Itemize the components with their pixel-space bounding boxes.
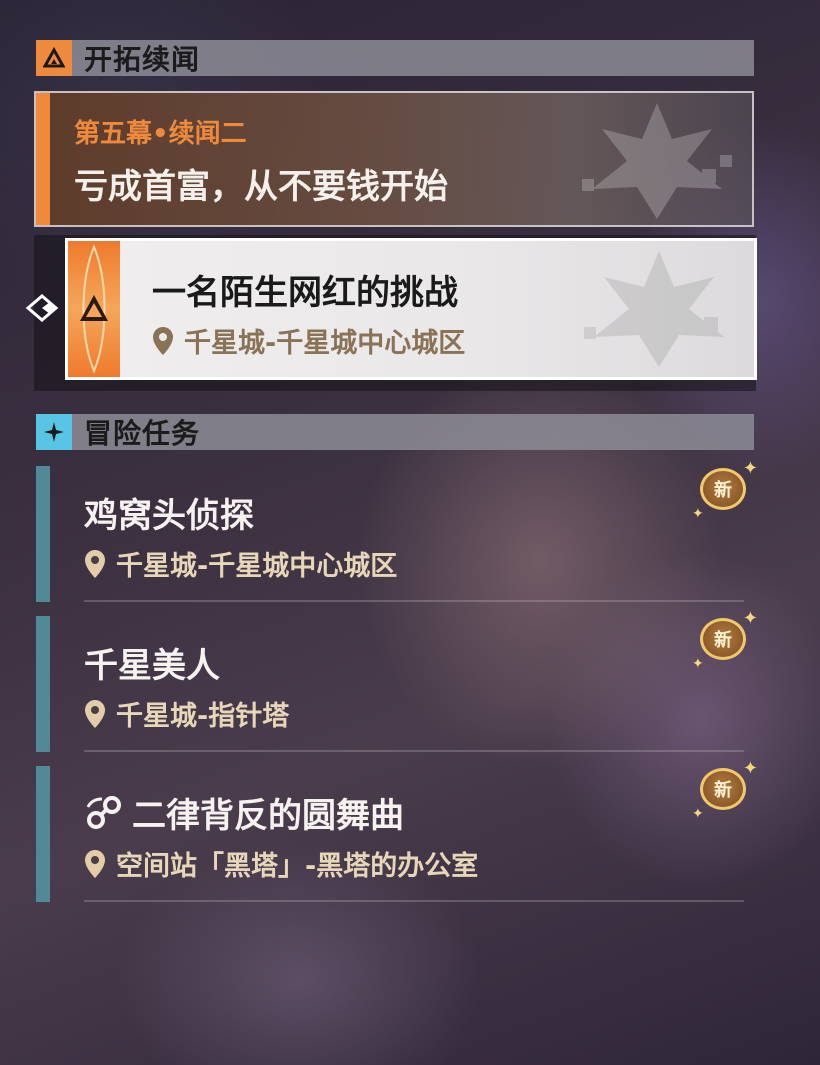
sparkle-icon: [36, 414, 72, 450]
quest-title: 二律背反的圆舞曲: [84, 788, 404, 837]
divider: [84, 900, 744, 902]
sparkle-icon: ✦: [742, 458, 758, 479]
emblem-watermark-icon: [584, 251, 724, 367]
emblem-watermark-icon: [582, 103, 732, 219]
sparkle-icon: ✦: [742, 608, 758, 629]
orbit-node-icon: [86, 795, 121, 829]
adventure-section-header: 冒险任务: [36, 414, 754, 450]
location-pin-icon: [85, 849, 105, 878]
sparkle-icon: ✦: [742, 758, 758, 779]
selected-quest-card[interactable]: 一名陌生网红的挑战 千星城-千星城中心城区: [65, 238, 757, 380]
quest-accent-bar: [36, 466, 50, 602]
trailblaze-quest-badge: [68, 241, 120, 377]
new-badge-label: 新: [700, 768, 746, 810]
trailblaze-triangle-icon: [36, 40, 72, 76]
new-badge: 新 ✦ ✦: [692, 608, 758, 672]
section-title: 冒险任务: [84, 417, 201, 450]
chapter-label: 第五幕•续闻二: [74, 119, 247, 149]
sparkle-icon: ✦: [692, 656, 704, 672]
chapter-accent-bar: [36, 93, 50, 225]
location-pin-icon: [153, 326, 173, 355]
sparkle-icon: ✦: [692, 806, 704, 822]
location-text: 千星城-千星城中心城区: [184, 328, 466, 359]
sparkle-icon: ✦: [692, 506, 704, 522]
chapter-card[interactable]: 第五幕•续闻二 亏成首富，从不要钱开始: [34, 91, 754, 227]
location-text: 千星城-指针塔: [116, 701, 290, 732]
adventure-quest-item[interactable]: 千星美人 千星城-指针塔 新 ✦ ✦: [36, 608, 758, 752]
quest-title-text: 二律背反的圆舞曲: [132, 796, 404, 836]
quest-location: 千星城-千星城中心城区: [152, 321, 465, 360]
quest-accent-bar: [36, 766, 50, 902]
adventure-quest-item[interactable]: 二律背反的圆舞曲 空间站「黑塔」-黑塔的办公室 新 ✦ ✦: [36, 758, 758, 902]
quest-location: 空间站「黑塔」-黑塔的办公室: [84, 844, 478, 883]
quest-title: 一名陌生网红的挑战: [152, 273, 458, 313]
location-pin-icon: [85, 549, 105, 578]
selected-indicator-icon: [25, 294, 59, 322]
quest-accent-bar: [36, 616, 50, 752]
new-badge: 新 ✦ ✦: [692, 458, 758, 522]
quest-location: 千星城-千星城中心城区: [84, 544, 397, 583]
section-title: 开拓续闻: [84, 43, 201, 76]
location-pin-icon: [85, 699, 105, 728]
chapter-title: 亏成首富，从不要钱开始: [74, 167, 448, 207]
location-text: 千星城-千星城中心城区: [116, 551, 398, 582]
divider: [84, 750, 744, 752]
quest-location: 千星城-指针塔: [84, 694, 289, 733]
new-badge: 新 ✦ ✦: [692, 758, 758, 822]
location-text: 空间站「黑塔」-黑塔的办公室: [116, 851, 479, 882]
quest-title: 千星美人: [84, 646, 220, 686]
new-badge-label: 新: [700, 468, 746, 510]
new-badge-label: 新: [700, 618, 746, 660]
trailblaze-section-header: 开拓续闻: [36, 40, 754, 76]
quest-title: 鸡窝头侦探: [84, 496, 254, 536]
divider: [84, 600, 744, 602]
adventure-quest-item[interactable]: 鸡窝头侦探 千星城-千星城中心城区 新 ✦ ✦: [36, 458, 758, 602]
